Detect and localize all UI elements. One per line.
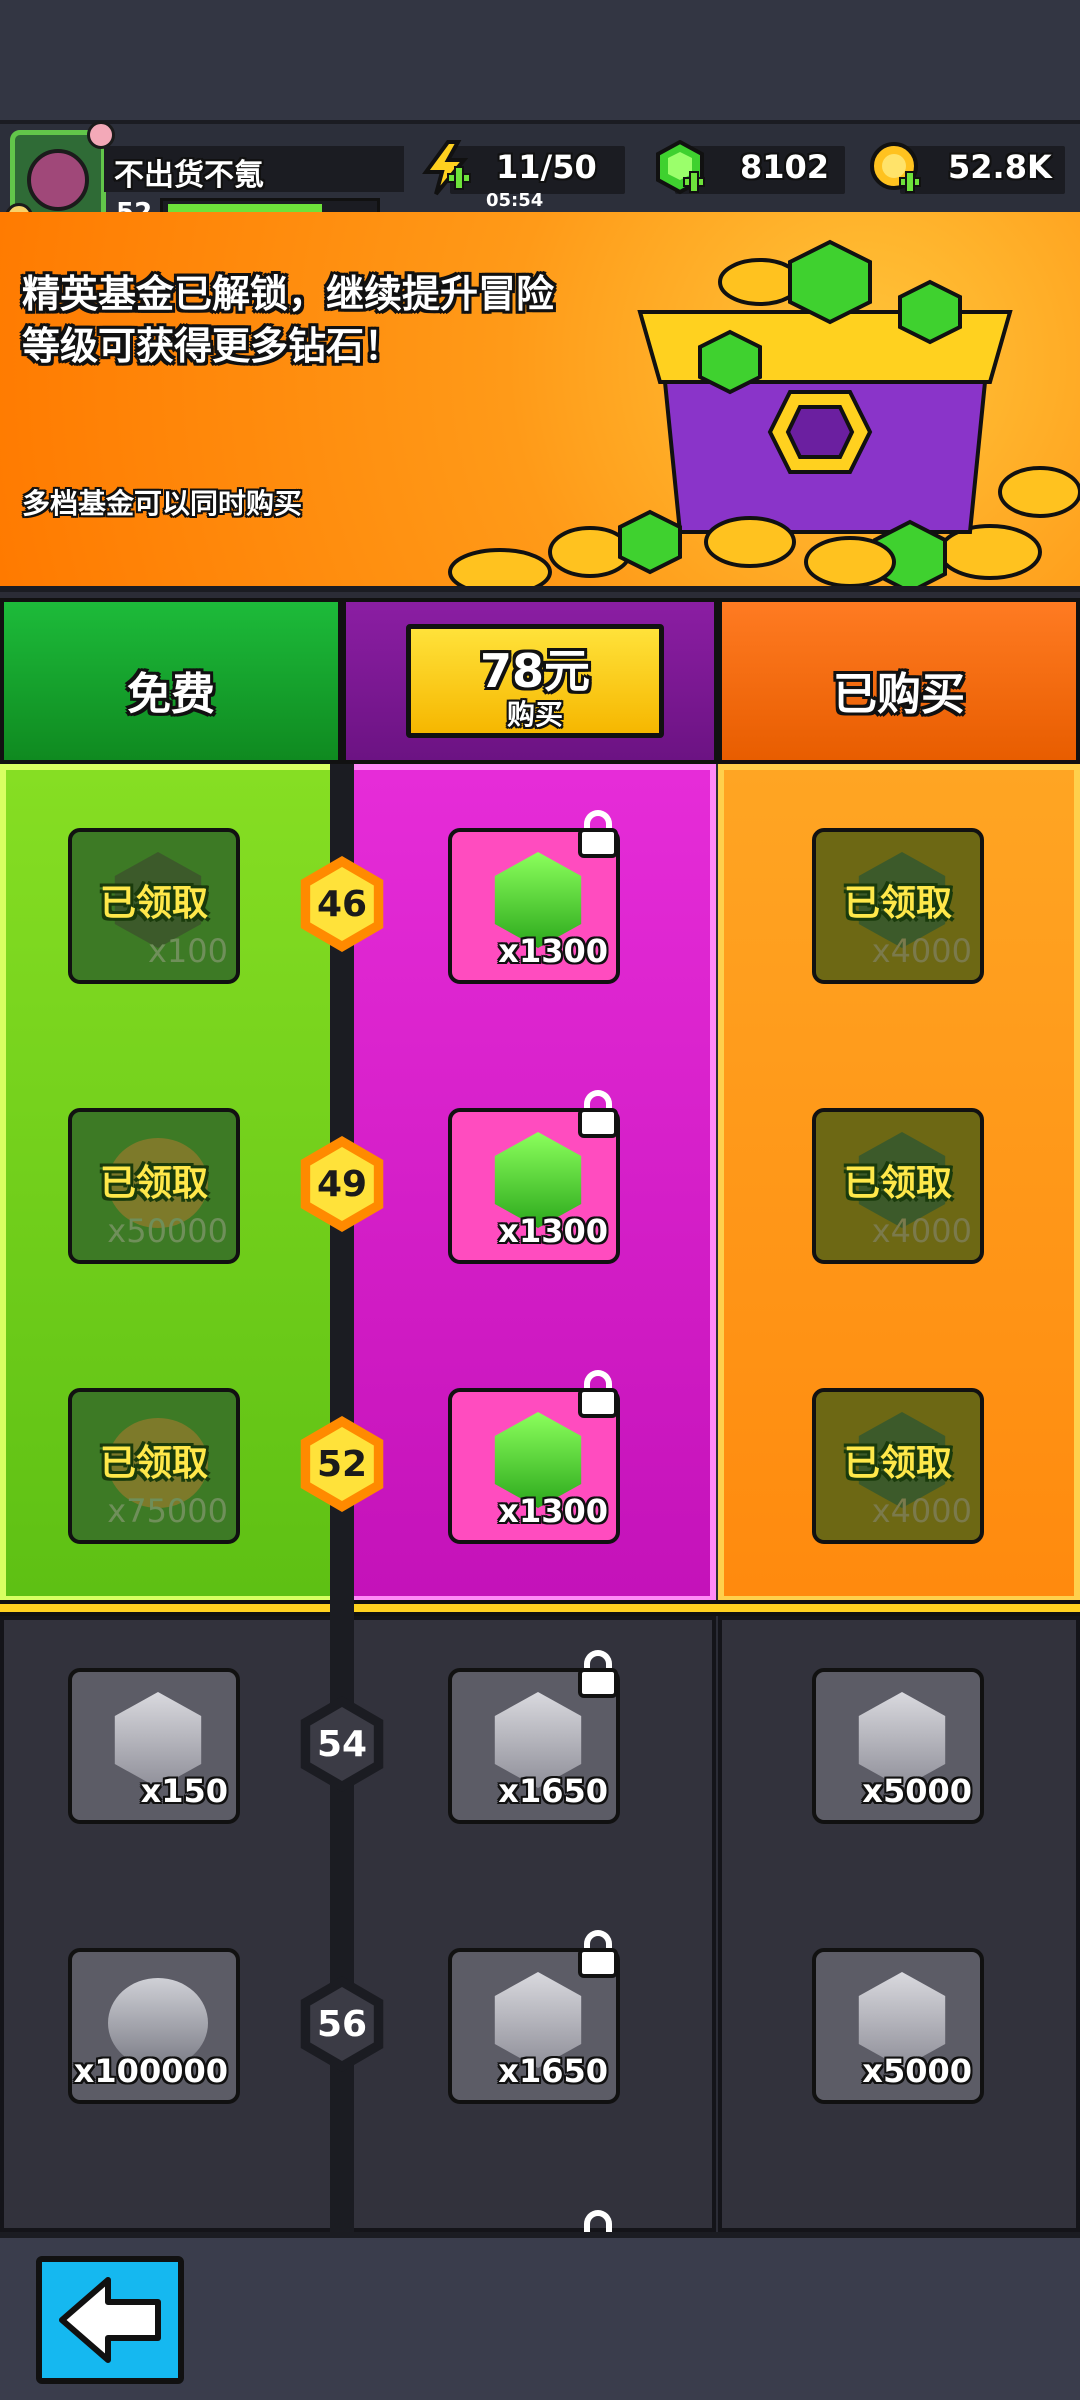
reward-amount: x1650 <box>498 2052 608 2090</box>
status-area <box>0 0 1080 120</box>
level-number: 46 <box>310 867 374 941</box>
level-number: 56 <box>310 1987 374 2061</box>
reward-amount: x1300 <box>498 932 608 970</box>
coin-icon[interactable] <box>868 140 924 196</box>
free-reward-card[interactable]: 已领取 x50000 <box>68 1108 240 1264</box>
reward-amount: x100000 <box>73 2052 228 2090</box>
level-number: 52 <box>310 1427 374 1501</box>
bought-reward-card[interactable]: 已领取 x4000 <box>812 1388 984 1544</box>
back-arrow-icon <box>59 2277 161 2363</box>
reward-amount: x1300 <box>498 1492 608 1530</box>
banner-note: 多档基金可以同时购买 <box>22 487 303 520</box>
reward-amount: x5000 <box>862 1772 972 1810</box>
level-number: 49 <box>310 1147 374 1221</box>
reward-amount: x50000 <box>107 1212 228 1250</box>
lightning-icon[interactable] <box>418 140 474 196</box>
gem-icon[interactable] <box>652 140 708 196</box>
back-button[interactable] <box>36 2256 184 2384</box>
reward-amount: x100 <box>147 932 228 970</box>
bought-reward-card[interactable]: x5000 <box>812 1948 984 2104</box>
banner-line-2: 等级可获得更多钻石！ <box>22 324 403 368</box>
lock-icon <box>574 1930 622 1978</box>
claimed-label: 已领取 <box>843 1443 952 1484</box>
lock-icon <box>574 1370 622 1418</box>
reward-amount: x150 <box>140 1772 228 1810</box>
lock-icon <box>574 1650 622 1698</box>
price-label: 78元 <box>479 644 590 698</box>
buy-button[interactable]: 78元 购买 <box>406 624 664 738</box>
free-reward-card[interactable]: x100000 <box>68 1948 240 2104</box>
bought-reward-card[interactable]: 已领取 x4000 <box>812 1108 984 1264</box>
claimed-label: 已领取 <box>99 883 208 924</box>
lock-icon <box>574 1090 622 1138</box>
tab-free: 免费 <box>0 598 342 764</box>
free-reward-card[interactable]: 已领取 x75000 <box>68 1388 240 1544</box>
reward-amount: x1650 <box>498 1772 608 1810</box>
bought-label: 已购买 <box>833 669 965 720</box>
buy-label: 购买 <box>506 698 563 731</box>
energy-value: 11/50 <box>496 148 597 186</box>
lock-icon <box>574 2210 622 2234</box>
reward-amount: x4000 <box>871 1212 972 1250</box>
avatar-face-icon <box>27 149 89 211</box>
reward-amount: x1300 <box>498 1212 608 1250</box>
player-name: 不出货不氪 <box>114 158 264 193</box>
free-reward-card[interactable]: 已领取 x100 <box>68 828 240 984</box>
lock-icon <box>574 810 622 858</box>
reward-amount: x4000 <box>871 932 972 970</box>
bought-reward-card[interactable]: x5000 <box>812 1668 984 1824</box>
coin-value: 52.8K <box>948 148 1052 186</box>
tab-bought: 已购买 <box>718 598 1080 764</box>
banner-line-1: 精英基金已解锁，继续提升冒险 <box>22 272 555 316</box>
claimed-label: 已领取 <box>843 883 952 924</box>
reward-amount: x4000 <box>871 1492 972 1530</box>
reward-amount: x75000 <box>107 1492 228 1530</box>
level-number: 54 <box>310 1707 374 1781</box>
free-label: 免费 <box>127 669 215 720</box>
unlock-divider <box>0 1600 1080 1616</box>
energy-timer: 05:54 <box>486 190 544 211</box>
claimed-label: 已领取 <box>99 1443 208 1484</box>
banner-text: 精英基金已解锁，继续提升冒险 等级可获得更多钻石！ <box>22 268 602 372</box>
claimed-label: 已领取 <box>843 1163 952 1204</box>
reward-amount: x5000 <box>862 2052 972 2090</box>
free-reward-card[interactable]: x150 <box>68 1668 240 1824</box>
bought-reward-card[interactable]: 已领取 x4000 <box>812 828 984 984</box>
claimed-label: 已领取 <box>99 1163 208 1204</box>
gem-value: 8102 <box>740 148 830 186</box>
flower-icon <box>87 121 115 149</box>
